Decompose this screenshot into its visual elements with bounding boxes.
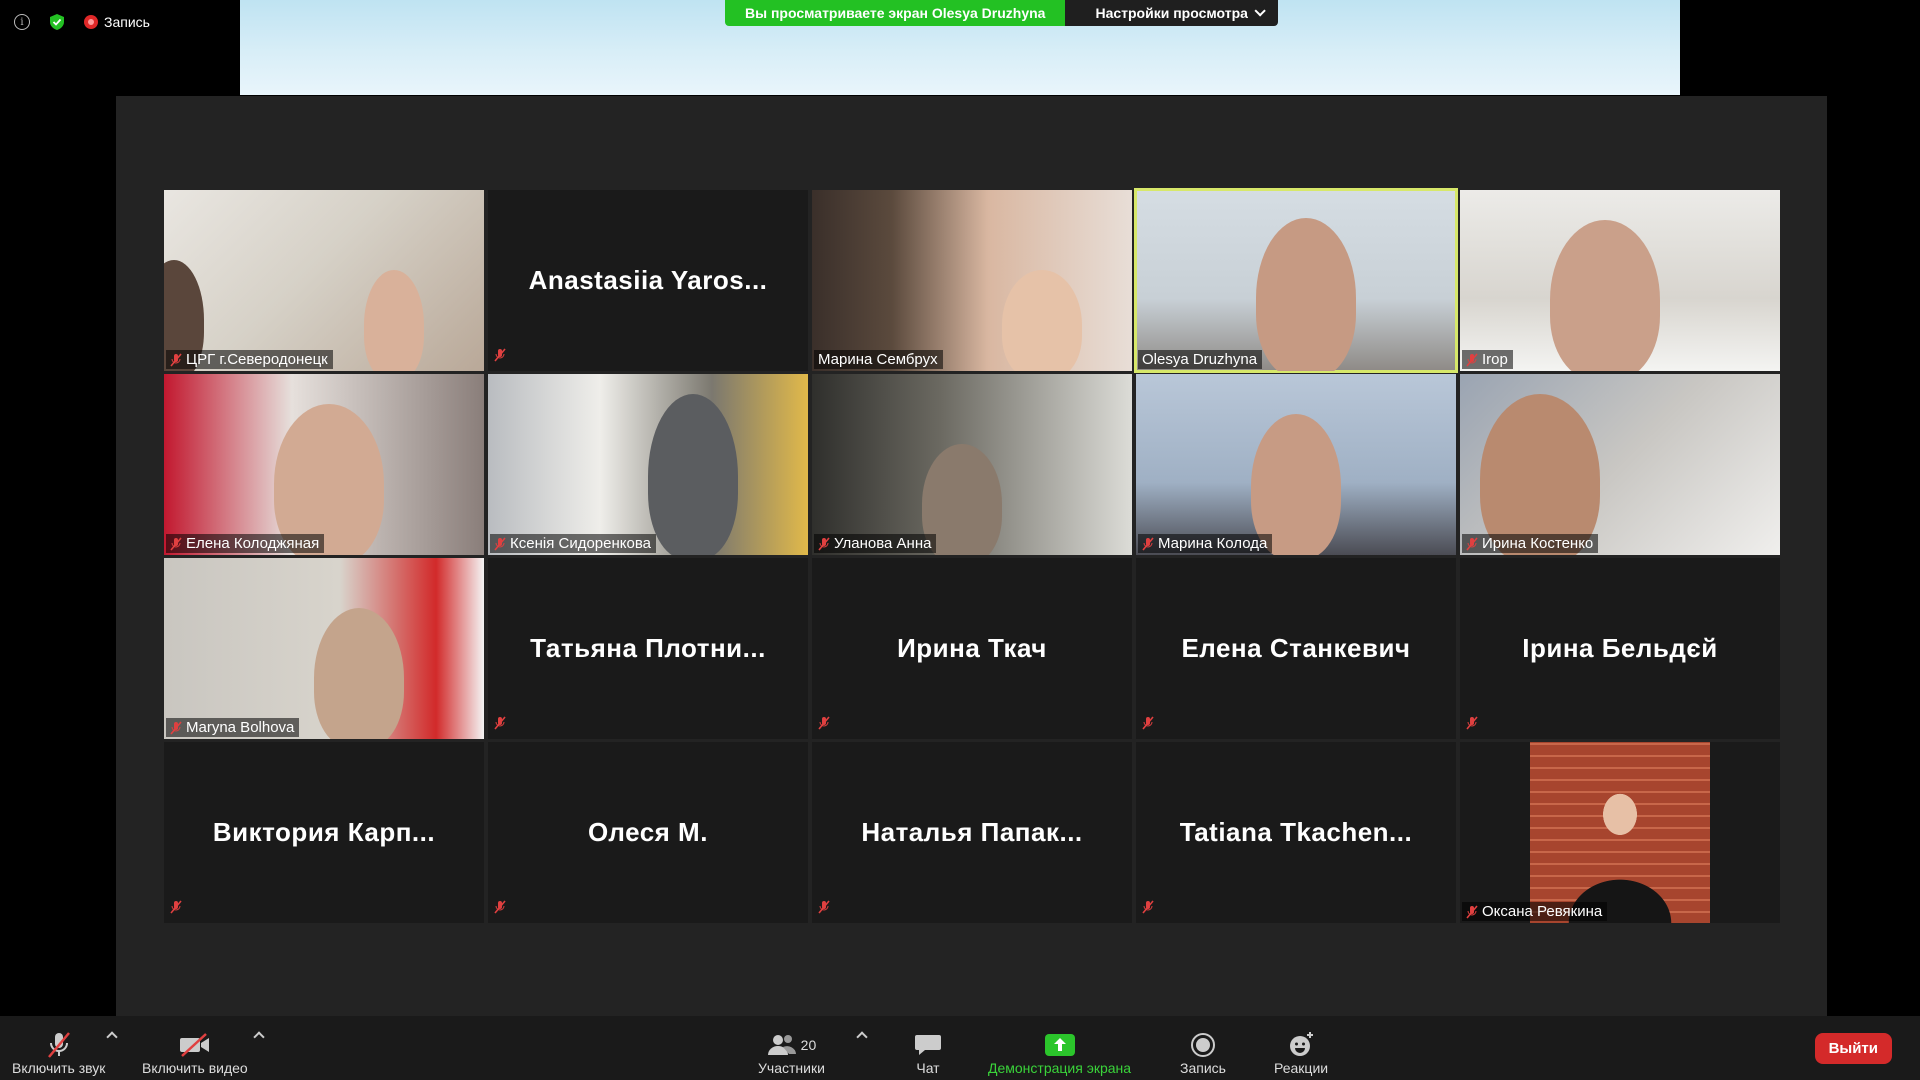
video-off-icon xyxy=(179,1033,209,1057)
participant-name: Tatiana Tkachen... xyxy=(1179,817,1413,847)
chat-button[interactable]: Чат xyxy=(914,1030,942,1076)
profile-photo xyxy=(1530,742,1710,923)
participant-name: Елена Станкевич xyxy=(1181,633,1411,663)
participant-name-label: Maryna Bolhova xyxy=(166,718,300,737)
participant-name: Наталья Папак... xyxy=(861,817,1083,847)
start-video-button[interactable]: Включить видео xyxy=(142,1030,248,1076)
meeting-toolbar: Включить звук Включить видео 20 Участник… xyxy=(0,1016,1920,1080)
participant-name: Виктория Карп... xyxy=(212,817,436,847)
muted-mic-icon xyxy=(818,900,830,914)
participant-name: Anastasiia Yaros... xyxy=(528,265,768,295)
muted-mic-icon xyxy=(1466,904,1478,919)
participants-options-caret[interactable] xyxy=(858,1030,866,1044)
audio-options-caret[interactable] xyxy=(108,1030,116,1044)
participant-name: Татьяна Плотни... xyxy=(530,633,766,663)
participant-name-label: Оксана Ревякина xyxy=(1462,902,1608,921)
participant-tile[interactable]: Ксенія Сидоренкова xyxy=(488,374,808,555)
record-button[interactable]: Запись xyxy=(1180,1030,1226,1076)
recording-label: Запись xyxy=(104,14,150,30)
participant-name-label: Марина Сембрух xyxy=(814,350,943,369)
participants-button[interactable]: 20 Участники xyxy=(758,1030,825,1076)
participant-tile[interactable]: Maryna Bolhova xyxy=(164,558,484,739)
participant-tile[interactable]: Ирина Костенко xyxy=(1460,374,1780,555)
reactions-icon xyxy=(1290,1032,1314,1056)
participant-tile[interactable]: Наталья Папак... xyxy=(812,742,1132,923)
participant-name-label: Ксенія Сидоренкова xyxy=(490,534,656,553)
share-screen-icon xyxy=(1044,1034,1075,1056)
chat-icon xyxy=(915,1035,941,1055)
participant-tile[interactable]: Елена Станкевич xyxy=(1136,558,1456,739)
participant-tile[interactable]: Ірина Бельдєй xyxy=(1460,558,1780,739)
participant-tile[interactable]: Марина Колода xyxy=(1136,374,1456,555)
record-icon xyxy=(1190,1033,1215,1057)
participant-tile[interactable]: Уланова Анна xyxy=(812,374,1132,555)
gallery-view: ЦРГ г.Северодонецк Anastasiia Yaros... М… xyxy=(116,96,1827,1016)
unmute-button[interactable]: Включить звук xyxy=(12,1030,105,1076)
shield-icon[interactable] xyxy=(50,14,64,30)
muted-mic-icon xyxy=(1142,716,1154,730)
participants-icon xyxy=(767,1035,796,1055)
reactions-button[interactable]: Реакции xyxy=(1274,1030,1328,1076)
participant-name-label: Марина Колода xyxy=(1138,534,1273,553)
participant-tile[interactable]: Anastasiia Yaros... xyxy=(488,190,808,371)
participant-name-label: Ирина Костенко xyxy=(1462,534,1599,553)
participant-tile[interactable]: Виктория Карп... xyxy=(164,742,484,923)
participant-name-label: Olesya Druzhyna xyxy=(1138,350,1263,369)
participant-name: Ирина Ткач xyxy=(897,633,1047,663)
muted-mic-icon xyxy=(494,900,506,914)
muted-mic-icon xyxy=(1466,536,1478,551)
muted-mic-icon xyxy=(1466,352,1478,367)
muted-mic-icon xyxy=(494,536,506,551)
muted-mic-icon xyxy=(170,536,182,551)
muted-mic-icon xyxy=(170,352,182,367)
participant-tile[interactable]: Оксана Ревякина xyxy=(1460,742,1780,923)
participant-name-label: Уланова Анна xyxy=(814,534,937,553)
participant-tile[interactable]: Олеся М. xyxy=(488,742,808,923)
share-banner: Вы просматриваете экран Olesya Druzhyna … xyxy=(725,0,1278,26)
muted-mic-icon xyxy=(494,348,506,362)
participant-name: Ірина Бельдєй xyxy=(1522,633,1718,663)
participant-tile[interactable]: Марина Сембрух xyxy=(812,190,1132,371)
participant-name: Олеся М. xyxy=(588,817,708,847)
participant-name-label: ЦРГ г.Северодонецк xyxy=(166,350,333,369)
muted-mic-icon xyxy=(170,900,182,914)
participant-name-label: Irop xyxy=(1462,350,1513,369)
participant-name-label: Елена Колоджяная xyxy=(166,534,325,553)
share-screen-button[interactable]: Демонстрация экрана xyxy=(988,1030,1131,1076)
view-options-button[interactable]: Настройки просмотра xyxy=(1065,0,1278,26)
participant-tile[interactable]: Елена Колоджяная xyxy=(164,374,484,555)
participant-tile[interactable]: Ирина Ткач xyxy=(812,558,1132,739)
muted-mic-icon xyxy=(1142,536,1154,551)
participant-tile[interactable]: ЦРГ г.Северодонецк xyxy=(164,190,484,371)
record-dot-icon xyxy=(84,15,98,29)
view-options-label: Настройки просмотра xyxy=(1095,5,1248,21)
chevron-down-icon xyxy=(1254,5,1266,17)
muted-mic-icon xyxy=(818,536,830,551)
participants-count: 20 xyxy=(800,1037,817,1053)
meeting-status: i Запись xyxy=(14,14,150,30)
muted-mic-icon xyxy=(1466,716,1478,730)
participant-tile[interactable]: Tatiana Tkachen... xyxy=(1136,742,1456,923)
muted-mic-icon xyxy=(47,1032,70,1058)
participant-tile[interactable]: Татьяна Плотни... xyxy=(488,558,808,739)
participant-tile[interactable]: Irop xyxy=(1460,190,1780,371)
muted-mic-icon xyxy=(818,716,830,730)
leave-meeting-button[interactable]: Выйти xyxy=(1814,1033,1892,1064)
info-icon[interactable]: i xyxy=(14,14,30,30)
viewing-screen-text: Вы просматриваете экран Olesya Druzhyna xyxy=(725,0,1066,26)
participant-tile-active-speaker[interactable]: Olesya Druzhyna xyxy=(1134,188,1458,373)
video-options-caret[interactable] xyxy=(255,1030,263,1044)
muted-mic-icon xyxy=(170,720,182,735)
recording-indicator[interactable]: Запись xyxy=(84,14,150,30)
muted-mic-icon xyxy=(494,716,506,730)
muted-mic-icon xyxy=(1142,900,1154,914)
